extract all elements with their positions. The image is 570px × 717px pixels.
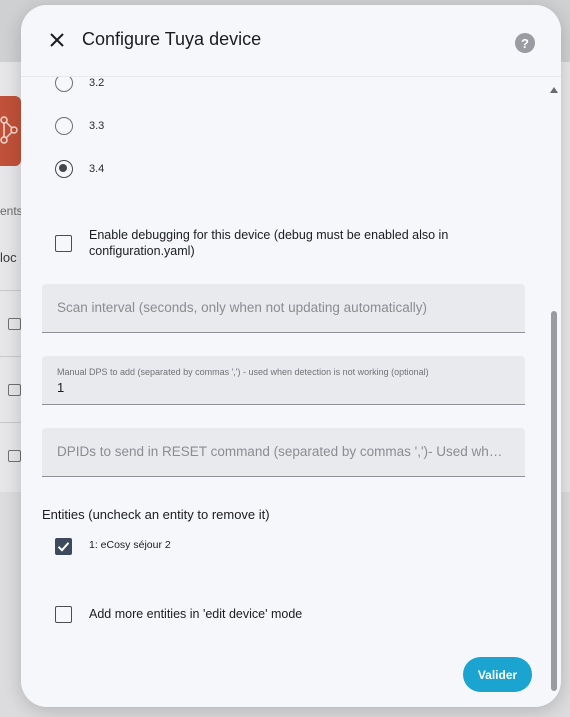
dialog-header: Configure Tuya device ? <box>21 5 561 77</box>
dialog-content: 3.2 3.3 3.4 Enable debugging for this de… <box>21 77 548 707</box>
debug-label-line2: configuration.yaml) <box>89 244 195 258</box>
background-text-loc: loc <box>0 250 17 265</box>
radio-label: 3.3 <box>89 120 105 132</box>
add-more-checkbox-row[interactable]: Add more entities in 'edit device' mode <box>55 606 302 623</box>
submit-button[interactable]: Valider <box>463 657 532 692</box>
debug-checkbox-label: Enable debugging for this device (debug … <box>89 227 448 259</box>
close-button[interactable] <box>45 30 69 54</box>
help-icon: ? <box>521 35 529 51</box>
radio-option-3-4[interactable]: 3.4 <box>55 160 104 178</box>
add-more-checkbox[interactable] <box>55 606 72 623</box>
entity-checkbox[interactable] <box>55 538 72 555</box>
debug-checkbox[interactable] <box>55 235 72 252</box>
device-icon <box>8 318 21 330</box>
scan-interval-field[interactable]: Scan interval (seconds, only when not up… <box>42 284 525 333</box>
radio-option-3-2[interactable]: 3.2 <box>55 77 104 92</box>
radio-option-3-3[interactable]: 3.3 <box>55 117 104 135</box>
entities-section-label: Entities (uncheck an entity to remove it… <box>42 507 270 522</box>
scrollbar-thumb[interactable] <box>551 311 557 691</box>
radio-button-selected[interactable] <box>55 160 73 178</box>
radio-label: 3.4 <box>89 163 105 175</box>
configure-dialog: Configure Tuya device ? 3.2 3.3 3.4 Enab… <box>21 5 561 707</box>
manual-dps-label: Manual DPS to add (separated by commas '… <box>57 367 429 377</box>
background-divider <box>0 290 21 291</box>
entity-label: 1: eCosy séjour 2 <box>89 539 171 551</box>
scroll-up-arrow-icon[interactable] <box>550 87 558 93</box>
reset-dpids-field[interactable]: DPIDs to send in RESET command (separate… <box>42 428 525 477</box>
scan-interval-placeholder: Scan interval (seconds, only when not up… <box>57 300 427 315</box>
background-divider <box>0 356 21 357</box>
entity-checkbox-row[interactable]: 1: eCosy séjour 2 <box>55 538 171 555</box>
add-more-label: Add more entities in 'edit device' mode <box>89 607 303 621</box>
manual-dps-value: 1 <box>57 380 65 395</box>
device-icon <box>8 450 21 462</box>
manual-dps-field[interactable]: Manual DPS to add (separated by commas '… <box>42 356 525 405</box>
reset-dpids-placeholder: DPIDs to send in RESET command (separate… <box>57 444 509 459</box>
radio-button[interactable] <box>55 77 73 92</box>
debug-label-line1: Enable debugging for this device (debug … <box>89 228 449 242</box>
radio-button[interactable] <box>55 117 73 135</box>
device-icon <box>8 384 21 396</box>
debug-checkbox-row[interactable]: Enable debugging for this device (debug … <box>55 227 448 259</box>
help-button[interactable]: ? <box>515 33 535 53</box>
radio-label: 3.2 <box>89 77 105 89</box>
close-icon <box>49 32 65 53</box>
scrollbar[interactable] <box>548 77 561 707</box>
integration-logo <box>0 96 21 166</box>
background-divider <box>0 422 21 423</box>
check-icon <box>57 542 70 552</box>
dialog-title: Configure Tuya device <box>82 29 262 49</box>
background-text-ents: ents <box>0 204 23 218</box>
